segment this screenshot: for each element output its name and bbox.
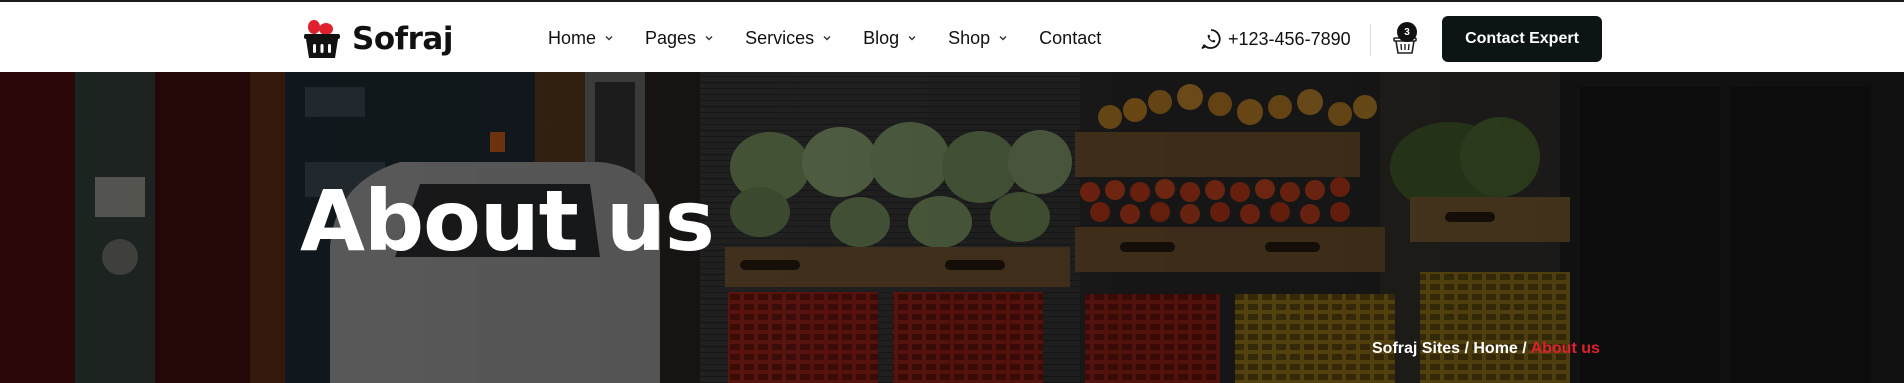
nav-item-label: Home	[548, 27, 597, 48]
breadcrumb-current: About us	[1530, 340, 1600, 357]
nav-item-contact[interactable]: Contact	[1039, 28, 1101, 49]
nav-item-label: Contact	[1039, 27, 1102, 48]
chevron-down-icon	[908, 36, 916, 41]
breadcrumb: Sofraj Sites / Home / About us	[1372, 340, 1600, 358]
nav-item-label: Pages	[645, 27, 697, 48]
nav-item-blog[interactable]: Blog	[863, 28, 918, 49]
nav-item-label: Services	[745, 27, 815, 48]
whatsapp-icon	[1201, 29, 1221, 49]
breadcrumb-site-link[interactable]: Sofraj Sites	[1372, 340, 1460, 357]
main-menu: Home Pages Services Blog Shop Contact	[548, 26, 1101, 50]
page-hero: About us Sofraj Sites / Home / About us	[0, 72, 1904, 383]
breadcrumb-separator: /	[1517, 340, 1531, 357]
phone-number: +123-456-7890	[1228, 28, 1351, 49]
nav-item-shop[interactable]: Shop	[948, 28, 1009, 49]
breadcrumb-home-link[interactable]: Home	[1473, 340, 1517, 357]
nav-item-home[interactable]: Home	[548, 28, 615, 49]
breadcrumb-separator: /	[1460, 340, 1474, 357]
chevron-down-icon	[823, 36, 831, 41]
brand-name: Sofraj	[352, 21, 453, 57]
nav-item-pages[interactable]: Pages	[645, 28, 715, 49]
contact-expert-button[interactable]: Contact Expert	[1442, 16, 1602, 62]
hero-background-image	[0, 72, 1904, 383]
chevron-down-icon	[705, 36, 713, 41]
logo[interactable]: Sofraj	[302, 18, 453, 60]
page-title: About us	[300, 172, 715, 270]
basket-logo-icon	[302, 18, 342, 60]
site-header: Sofraj Home Pages Services Blog Shop Con…	[0, 2, 1904, 72]
nav-item-label: Blog	[863, 27, 900, 48]
header-divider	[1370, 24, 1371, 56]
chevron-down-icon	[999, 36, 1007, 41]
phone-link[interactable]: +123-456-7890	[1200, 28, 1351, 50]
nav-item-label: Shop	[948, 27, 991, 48]
nav-item-services[interactable]: Services	[745, 28, 833, 49]
cart-count-badge: 3	[1397, 22, 1417, 42]
chevron-down-icon	[605, 36, 613, 41]
